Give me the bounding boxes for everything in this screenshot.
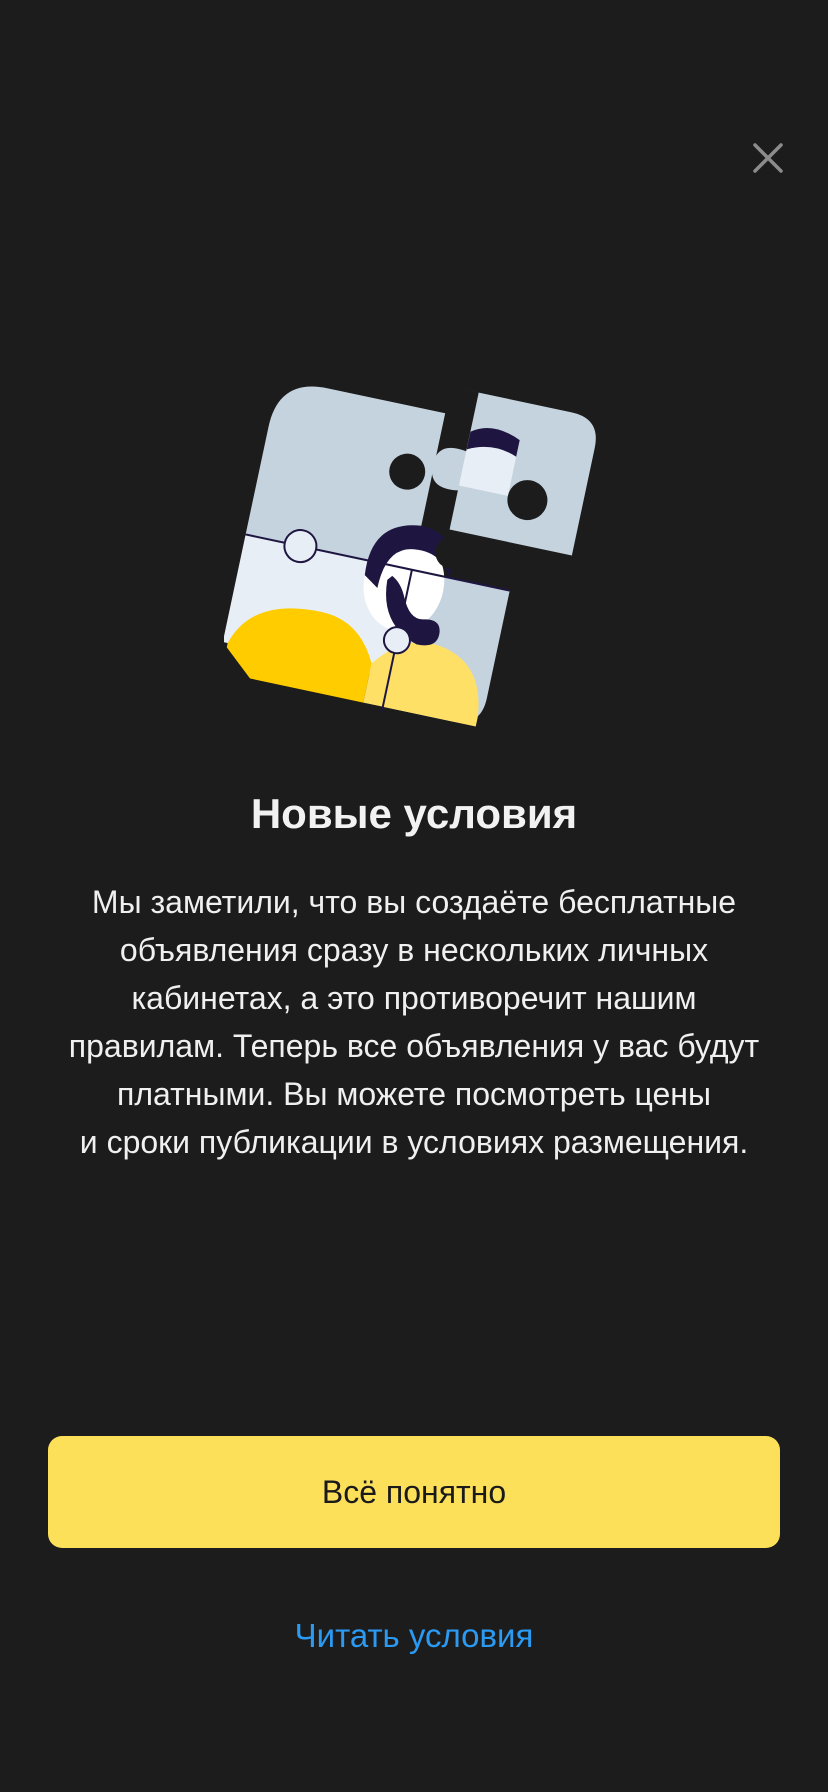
- body-line: правилам. Теперь все объявления у вас бу…: [68, 1028, 760, 1064]
- body-line: Мы заметили, что вы создаёте бесплатные: [91, 884, 737, 920]
- dialog-title: Новые условия: [250, 790, 578, 837]
- new-terms-screen: Новые условия Мы заметили, что вы создаё…: [0, 0, 828, 1792]
- body-line: кабинетах, а это противоречит нашим: [131, 980, 697, 1016]
- got-it-button[interactable]: Всё понятно: [48, 1436, 780, 1548]
- body-line: и сроки публикации в условиях размещения…: [79, 1124, 749, 1160]
- close-icon: [753, 143, 783, 173]
- read-terms-link[interactable]: Читать условия: [0, 1612, 828, 1660]
- close-button[interactable]: [738, 128, 798, 188]
- body-line: платными. Вы можете посмотреть цены: [117, 1076, 711, 1112]
- dialog-body: Мы заметили, что вы создаёте бесплатные …: [40, 878, 788, 1166]
- puzzle-illustration: [224, 385, 596, 727]
- body-line: объявления сразу в нескольких личных: [119, 932, 709, 968]
